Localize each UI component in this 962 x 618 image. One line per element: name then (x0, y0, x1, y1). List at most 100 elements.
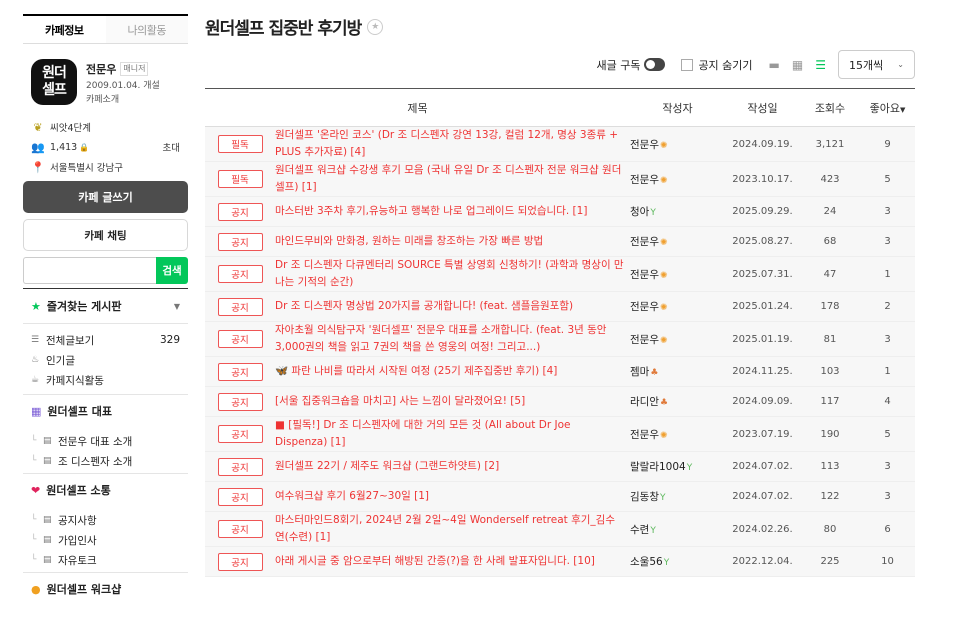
article-author[interactable]: 김동창Y (630, 481, 725, 512)
hide-notice-checkbox[interactable] (681, 58, 694, 71)
table-row[interactable]: 공지 ■ [필독!] Dr 조 디스펜자에 대한 거의 모든 것 (All abo… (205, 416, 915, 452)
manager-name[interactable]: 전문우 (86, 61, 116, 77)
tab-my-activity[interactable]: 나의활동 (105, 16, 188, 43)
cafe-level[interactable]: ❦ 씨앗4단계 (23, 117, 188, 137)
tab-cafe-info[interactable]: 카페정보 (23, 16, 106, 43)
author-name: 김동창 (630, 491, 659, 503)
menu-knowledge-label: 카페지식활동 (46, 374, 104, 387)
table-row[interactable]: 공지 여수워크샵 후기 6월27~30일 [1] 김동창Y 2024.07.02. 12… (205, 481, 915, 512)
search-button[interactable]: 검색 (156, 257, 188, 284)
article-date: 2024.07.02. (725, 451, 800, 482)
article-title[interactable]: 원더셀프 워크샵 수강생 후기 모음 (국내 유일 Dr 조 디스펜자 전문 워… (275, 161, 630, 197)
article-author[interactable]: 라디안♣ (630, 386, 725, 417)
article-date: 2022.12.04. (725, 546, 800, 577)
table-row[interactable]: 공지 자아초월 의식탐구자 '원더셀프' 전문우 대표를 소개합니다. (feat… (205, 321, 915, 357)
article-title[interactable]: 원더셀프 '온라인 코스' (Dr 조 디스펜자 강연 13강, 컬럼 12개,… (275, 126, 630, 162)
member-level-icon: Y (659, 493, 666, 503)
menu-popular[interactable]: ♨ 인기글 (23, 350, 188, 370)
table-row[interactable]: 공지 아래 게시글 중 암으로부터 해방된 간증(?)을 한 사례 발표자입니다.… (205, 546, 915, 577)
article-views: 423 (800, 161, 860, 197)
seed-icon: ❦ (33, 120, 43, 134)
cafe-logo[interactable]: 원더 셀프 (31, 59, 77, 105)
member-level-icon: ✺ (659, 430, 668, 441)
article-title[interactable]: Dr 조 디스펜자 명상법 20가지를 공개합니다! (feat. 샘플음원포함… (275, 291, 630, 322)
table-row[interactable]: 공지 [서울 집중워크숍을 마치고] 사는 느낌이 달라졌어요! [5] 라디안♣ 2… (205, 386, 915, 417)
article-title[interactable]: 여수워크샵 후기 6월27~30일 [1] (275, 481, 630, 512)
table-row[interactable]: 필독 원더셀프 워크샵 수강생 후기 모음 (국내 유일 Dr 조 디스펜자 전문… (205, 161, 915, 197)
article-likes: 5 (860, 161, 915, 197)
menu-dispenza-intro[interactable]: └ ▤ 조 디스펜자 소개 (23, 451, 188, 471)
menu-notice[interactable]: └ ▤ 공지사항 (23, 510, 188, 530)
favorite-star-icon[interactable]: ★ (367, 18, 384, 35)
article-author[interactable]: 전문우✺ (630, 161, 725, 197)
invite-link[interactable]: 초대 (163, 140, 188, 154)
table-row[interactable]: 공지 마인드무비와 만화경, 원하는 미래를 창조하는 가장 빠른 방법 전문우✺ 2… (205, 226, 915, 257)
article-title[interactable]: 아래 게시글 중 암으로부터 해방된 간증(?)을 한 사례 발표자입니다. [… (275, 546, 630, 577)
cafe-search: 검색 (23, 257, 188, 284)
table-row[interactable]: 공지 🦋 파란 나비를 따라서 시작된 여정 (25기 제주집중반 후기) [4]… (205, 356, 915, 387)
article-author[interactable]: 전문우✺ (630, 291, 725, 322)
menu-all-posts-label: 전체글보기 (46, 334, 95, 347)
notice-badge: 공지 (217, 265, 263, 283)
article-likes: 1 (860, 256, 915, 292)
article-author[interactable]: 수련Y (630, 511, 725, 547)
table-row[interactable]: 공지 원더셀프 22기 / 제주도 워크샵 (그랜드하얏트) [2] 랄랄라1004… (205, 451, 915, 482)
notice-badge: 공지 (217, 330, 263, 348)
hide-notice-label[interactable]: 공지 숨기기 (698, 57, 752, 73)
group-communication: ❤ 원더셀프 소통 (23, 473, 188, 506)
member-count[interactable]: 1,413 (50, 142, 77, 153)
menu-free-talk[interactable]: └ ▤ 자유토크 (23, 550, 188, 570)
article-title[interactable]: 자아초월 의식탐구자 '원더셀프' 전문우 대표를 소개합니다. (feat. … (275, 321, 630, 357)
member-level-icon: ♣ (659, 398, 669, 408)
table-row[interactable]: 공지 Dr 조 디스펜자 명상법 20가지를 공개합니다! (feat. 샘플음원… (205, 291, 915, 322)
menu-all-posts[interactable]: ☰ 전체글보기 329 (23, 330, 188, 350)
table-row[interactable]: 공지 Dr 조 디스펜자 다큐멘터리 SOURCE 특별 상영회 신청하기! (과… (205, 256, 915, 292)
article-author[interactable]: 전문우✺ (630, 256, 725, 292)
menu-ceo-intro[interactable]: └ ▤ 전문우 대표 소개 (23, 431, 188, 451)
article-likes: 3 (860, 226, 915, 257)
search-input[interactable] (23, 257, 156, 284)
article-title[interactable]: 마스터마인드8회기, 2024년 2월 2일~4일 Wonderself ret… (275, 511, 630, 547)
article-table: 제목 작성자 작성일 조회수 좋아요▼ 필독 원더셀프 '온라인 코스' (Dr … (205, 88, 915, 577)
article-title[interactable]: 원더셀프 22기 / 제주도 워크샵 (그랜드하얏트) [2] (275, 451, 630, 482)
chevron-down-icon: ⌄ (897, 60, 904, 69)
page-size-select[interactable]: 15개씩 ⌄ (838, 50, 915, 79)
menu-dispenza-intro-label: 조 디스펜자 소개 (58, 455, 133, 468)
subscribe-label: 새글 구독 (596, 58, 641, 72)
article-author[interactable]: 전문우✺ (630, 416, 725, 452)
chevron-down-icon[interactable]: ▼ (174, 302, 188, 311)
cafe-write-button[interactable]: 카페 글쓰기 (23, 181, 188, 213)
article-title[interactable]: Dr 조 디스펜자 다큐멘터리 SOURCE 특별 상영회 신청하기! (과학과… (275, 256, 630, 292)
cafe-intro-link[interactable]: 카페소개 (86, 92, 119, 105)
list-view-icon[interactable]: ☰ (815, 58, 826, 72)
cafe-chat-button[interactable]: 카페 채팅 (23, 219, 188, 251)
menu-greetings[interactable]: └ ▤ 가입인사 (23, 530, 188, 550)
favorite-boards-header[interactable]: ★ 즐겨찾는 게시판 ▼ (23, 288, 188, 324)
table-row[interactable]: 필독 원더셀프 '온라인 코스' (Dr 조 디스펜자 강연 13강, 컬럼 12… (205, 126, 915, 162)
article-title[interactable]: ■ [필독!] Dr 조 디스펜자에 대한 거의 모든 것 (All about… (275, 416, 630, 452)
col-likes[interactable]: 좋아요▼ (860, 88, 915, 127)
article-author[interactable]: 랄랄라1004Y (630, 451, 725, 482)
article-author[interactable]: 청아Y (630, 196, 725, 227)
article-title[interactable]: [서울 집중워크숍을 마치고] 사는 느낌이 달라졌어요! [5] (275, 386, 630, 417)
article-author[interactable]: 전문우✺ (630, 321, 725, 357)
menu-knowledge[interactable]: ☕ 카페지식활동 (23, 370, 188, 390)
notice-badge: 공지 (217, 520, 263, 538)
notice-badge: 공지 (217, 202, 263, 221)
notice-badge: 공지 (217, 487, 263, 506)
article-author[interactable]: 전문우✺ (630, 226, 725, 257)
table-row[interactable]: 공지 마스터반 3주차 후기,유능하고 행복한 나로 업그레이드 되었습니다. [… (205, 196, 915, 227)
article-author[interactable]: 전문우✺ (630, 126, 725, 162)
subscribe-toggle[interactable] (644, 58, 666, 71)
album-view-icon[interactable]: ▬ (769, 58, 780, 72)
article-author[interactable]: 젬마♣ (630, 356, 725, 387)
article-date: 2024.07.02. (725, 481, 800, 512)
members-icon: 👥 (31, 140, 45, 154)
member-level-icon: Y (686, 463, 693, 473)
article-title[interactable]: 마스터반 3주차 후기,유능하고 행복한 나로 업그레이드 되었습니다. [1] (275, 196, 630, 227)
article-author[interactable]: 소울56Y (630, 546, 725, 577)
table-row[interactable]: 공지 마스터마인드8회기, 2024년 2월 2일~4일 Wonderself r… (205, 511, 915, 547)
article-title[interactable]: 🦋 파란 나비를 따라서 시작된 여정 (25기 제주집중반 후기) [4] (275, 356, 630, 387)
article-title[interactable]: 마인드무비와 만화경, 원하는 미래를 창조하는 가장 빠른 방법 (275, 226, 630, 257)
card-view-icon[interactable]: ▦ (792, 58, 803, 72)
